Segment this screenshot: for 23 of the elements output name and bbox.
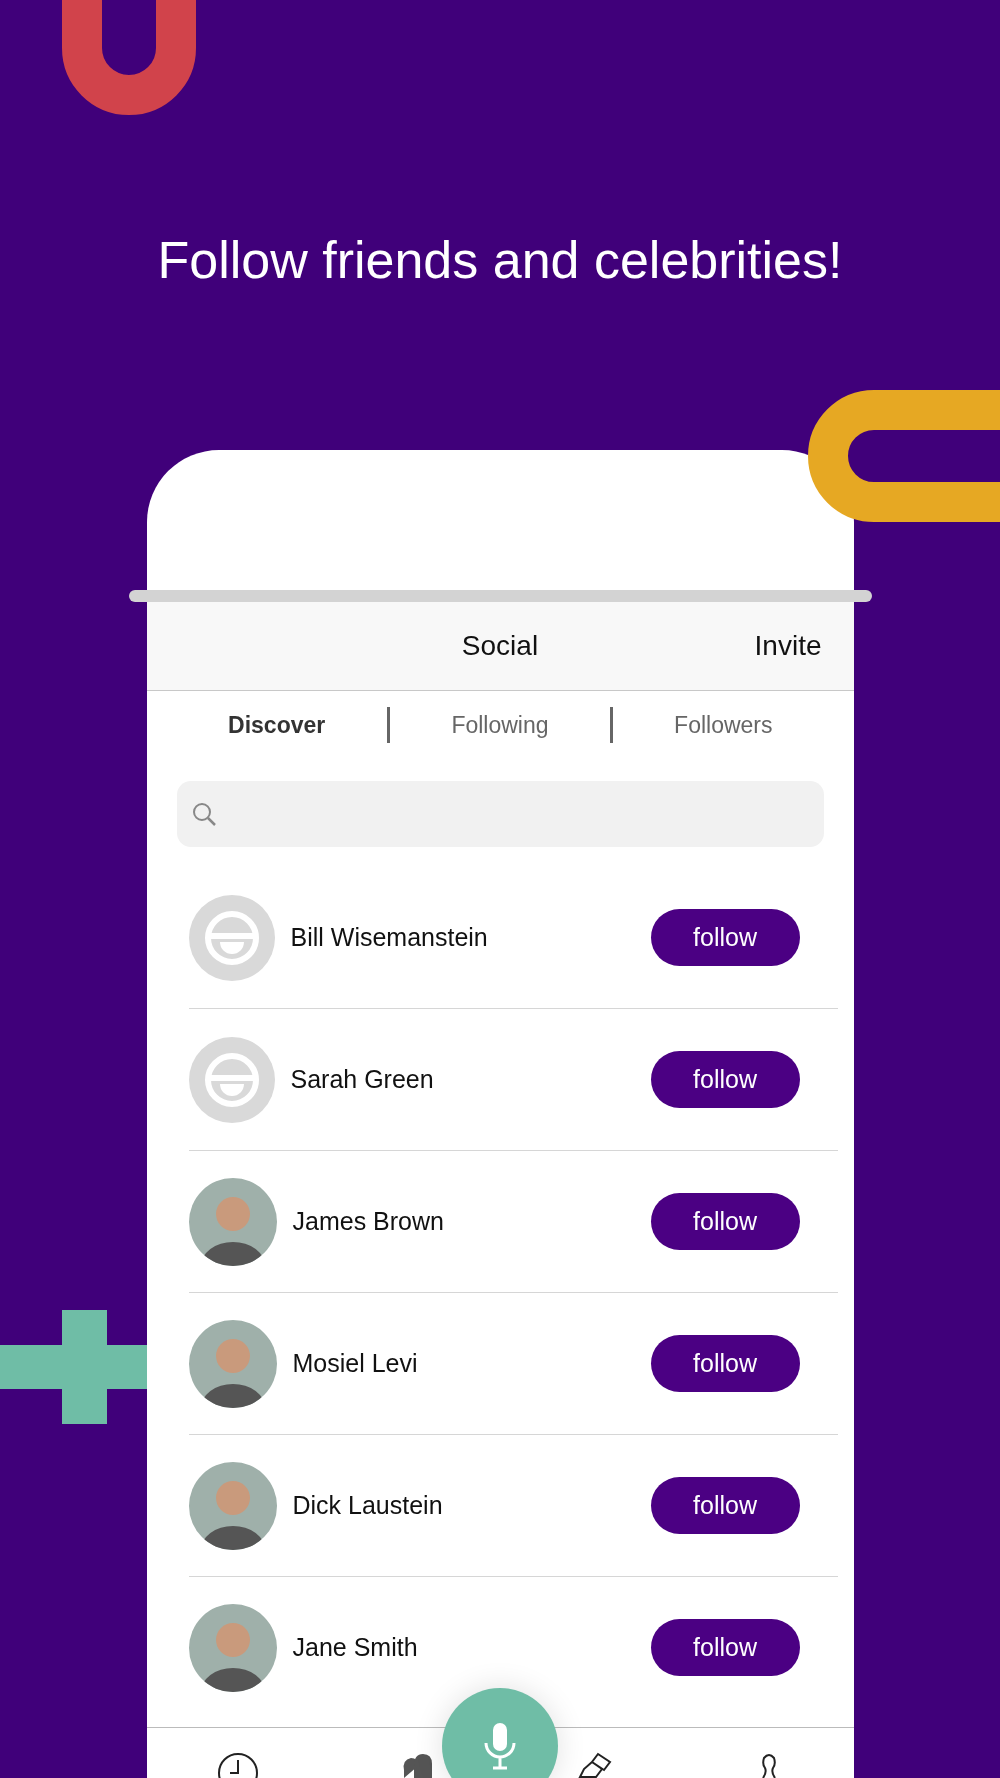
search-icon bbox=[190, 801, 217, 827]
tab[interactable]: Following bbox=[389, 707, 611, 743]
headline: Follow friends and celebrities! bbox=[157, 230, 843, 291]
search-field[interactable] bbox=[176, 781, 824, 847]
invite-button[interactable]: Invite bbox=[754, 630, 822, 662]
tab[interactable]: Followers bbox=[613, 707, 834, 743]
follow-button[interactable]: follow bbox=[650, 1335, 800, 1392]
clock-icon[interactable] bbox=[216, 1752, 259, 1778]
person-name: Bill Wisemanstein bbox=[290, 923, 489, 952]
person-name: Sarah Green bbox=[290, 1065, 435, 1094]
avatar-icon bbox=[188, 1036, 275, 1123]
follow-button[interactable]: follow bbox=[650, 1051, 800, 1108]
follow-button[interactable]: follow bbox=[650, 1193, 800, 1250]
avatar-icon bbox=[188, 894, 275, 981]
person-name: Jane Smith bbox=[292, 1633, 419, 1662]
tab[interactable]: Discover bbox=[166, 707, 387, 743]
follow-button[interactable]: follow bbox=[650, 1619, 800, 1676]
screen-title: Social bbox=[461, 630, 539, 662]
person-name: Dick Laustein bbox=[292, 1491, 444, 1520]
person-name: James Brown bbox=[292, 1207, 445, 1236]
follow-button[interactable]: follow bbox=[650, 1477, 800, 1534]
follow-button[interactable]: follow bbox=[650, 909, 800, 966]
person-name: Mosiel Levi bbox=[292, 1349, 419, 1378]
